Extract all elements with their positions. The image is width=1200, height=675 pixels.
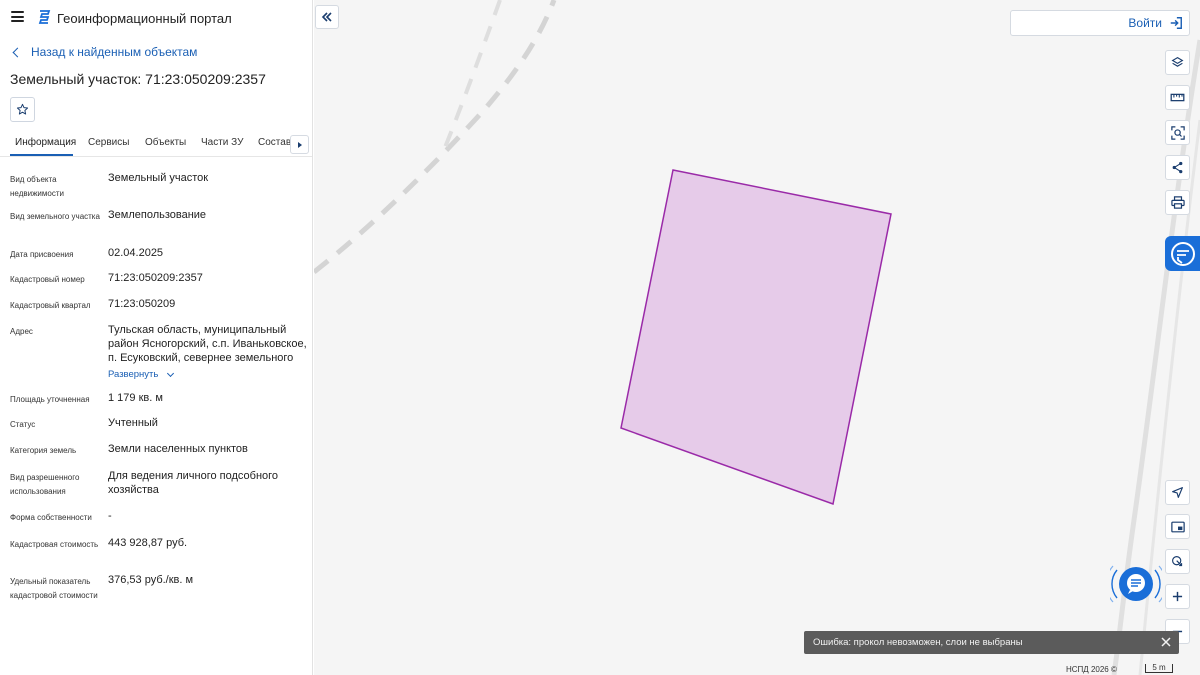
expand-address-link[interactable]: Развернуть [108,369,175,380]
property-value: Для ведения личного подсобного хозяйства [108,470,279,496]
layers-icon [1171,56,1184,67]
road-line [314,0,557,274]
layers-button[interactable] [1165,50,1190,75]
map-canvas[interactable] [314,0,1200,675]
select-area-icon [1170,125,1185,140]
favorite-button[interactable] [10,97,35,122]
object-title: Земельный участок: 71:23:050209:2357 [10,71,266,87]
property-label: Вид объекта недвижимости [10,175,64,198]
tab-scroll-right-button[interactable] [290,135,309,154]
property-label: Статус [10,420,36,429]
chevron-down-icon [167,369,175,377]
property-label: Кадастровый квартал [10,301,91,310]
area-search-button[interactable] [1165,120,1190,145]
picture-in-picture-icon [1170,521,1185,532]
property-label: Площадь уточненная [10,395,90,404]
chat-assistant-icon [1105,565,1167,603]
minimap-button[interactable] [1165,514,1190,539]
toast-message: Ошибка: прокол невозможен, слои не выбра… [813,637,1023,648]
property-value: 443 928,87 руб. [108,537,188,549]
property-label: Форма собственности [10,513,92,522]
active-tab-indicator [10,154,73,156]
scale-bar: 5 m [1145,664,1173,673]
navigation-arrow-icon [1172,487,1183,498]
tab-composition[interactable]: Состав [258,137,291,148]
property-value: 02.04.2025 [108,247,164,259]
back-to-results-link[interactable]: Назад к найденным объектам [12,45,197,59]
tab-information[interactable]: Информация [15,137,76,148]
chat-assistant-button[interactable] [1105,560,1167,608]
property-value: - [108,510,112,522]
property-label: Категория земель [10,446,77,455]
property-value: Земельный участок [108,172,209,184]
portal-logo-icon [38,10,51,24]
property-label: Кадастровый номер [10,275,85,284]
property-value: Земли населенных пунктов [108,443,248,455]
property-label: Адрес [10,327,33,336]
geolocate-button[interactable] [1165,480,1190,505]
feedback-side-tab[interactable] [1165,236,1200,271]
share-icon [1172,161,1183,174]
property-label: Дата присвоения [10,250,74,259]
road-line [442,0,502,151]
error-toast: Ошибка: прокол невозможен, слои не выбра… [804,631,1179,654]
login-button[interactable]: Войти [1010,10,1190,36]
print-button[interactable] [1165,190,1190,215]
property-label: Вид разрешенного использования [10,473,80,496]
map-base-layer [314,0,1200,675]
address-value: Тульская область, муниципальный район Яс… [108,324,307,364]
login-label: Войти [1128,16,1162,30]
chevron-left-icon [12,47,23,57]
portal-title: Геоинформационный портал [57,11,232,26]
tab-bar: Информация Сервисы Объекты Части ЗУ Сост… [0,132,312,157]
tab-parts[interactable]: Части ЗУ [201,137,243,148]
printer-icon [1170,196,1185,209]
tab-services[interactable]: Сервисы [88,137,129,148]
double-chevron-left-icon [321,12,332,22]
point-search-button[interactable] [1165,549,1190,574]
property-value: 1 179 кв. м [108,392,163,404]
map-attribution: НСПД 2026 © [1066,665,1117,674]
login-icon [1170,17,1182,29]
menu-icon[interactable] [11,11,24,22]
property-value: Землепользование [108,209,207,221]
close-icon[interactable] [1160,636,1172,648]
star-icon [16,103,29,115]
property-value: Учтенный [108,417,158,429]
property-value: 71:23:050209:2357 [108,272,203,284]
panel-header: Геоинформационный портал [0,0,312,36]
property-label: Удельный показатель кадастровой стоимост… [10,577,98,600]
back-link-label: Назад к найденным объектам [31,45,198,59]
zoom-in-button[interactable] [1165,584,1190,609]
property-label: Кадастровая стоимость [10,540,99,549]
collapse-panel-button[interactable] [315,5,339,29]
property-value: 376,53 руб./кв. м [108,574,194,586]
property-value: 71:23:050209 [108,298,176,310]
share-button[interactable] [1165,155,1190,180]
target-cursor-icon [1172,556,1183,567]
measure-button[interactable] [1165,85,1190,110]
plus-icon [1172,591,1183,602]
ruler-icon [1170,93,1185,102]
caret-right-icon [297,141,302,148]
chat-bubble-icon [1170,241,1195,266]
property-label: Вид земельного участка [10,212,100,221]
info-panel: Геоинформационный портал Назад к найденн… [0,0,313,675]
tab-objects[interactable]: Объекты [145,137,186,148]
land-parcel-polygon[interactable] [620,169,892,505]
expand-label: Развернуть [108,369,159,380]
